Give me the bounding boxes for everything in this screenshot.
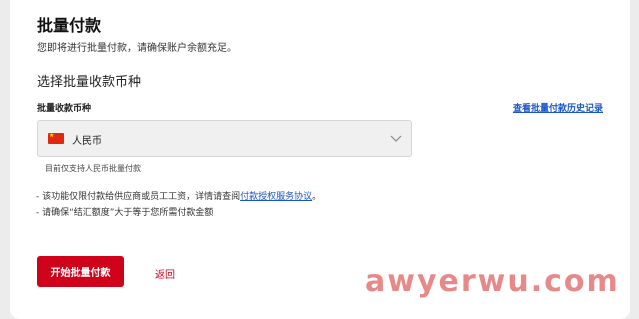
note-line-2: - 请确保“结汇额度”大于等于您所需付款金额 bbox=[36, 208, 214, 218]
page-title: 批量付款 bbox=[37, 16, 102, 35]
currency-select[interactable]: ★ 人民币 bbox=[37, 120, 412, 157]
chevron-down-icon bbox=[390, 135, 402, 142]
note-line-1-suffix: 。 bbox=[312, 192, 322, 202]
section-title: 选择批量收款币种 bbox=[37, 75, 142, 90]
payment-card: 批量付款 您即将进行批量付款，请确保账户余额充足。 选择批量收款币种 批量收款币… bbox=[10, 0, 630, 319]
start-batch-payment-button[interactable]: 开始批量付款 bbox=[37, 256, 124, 287]
currency-field-label: 批量收款币种 bbox=[37, 104, 92, 114]
back-link[interactable]: 返回 bbox=[155, 266, 175, 281]
agreement-link[interactable]: 付款授权服务协议 bbox=[240, 192, 312, 202]
payment-history-link[interactable]: 查看批量付款历史记录 bbox=[513, 101, 603, 114]
currency-helper-text: 目前仅支持人民币批量付款 bbox=[45, 164, 141, 173]
note-line-1-prefix: - 该功能仅限付款给供应商或员工工资，详情请查阅 bbox=[36, 192, 241, 202]
page-subtitle: 您即将进行批量付款，请确保账户余额充足。 bbox=[37, 43, 237, 54]
currency-select-value: 人民币 bbox=[72, 136, 102, 147]
note-line-1: - 该功能仅限付款给供应商或员工工资，详情请查阅付款授权服务协议。 bbox=[36, 189, 321, 202]
watermark: awyerwu.com bbox=[365, 264, 620, 299]
china-flag-icon: ★ bbox=[48, 133, 64, 144]
